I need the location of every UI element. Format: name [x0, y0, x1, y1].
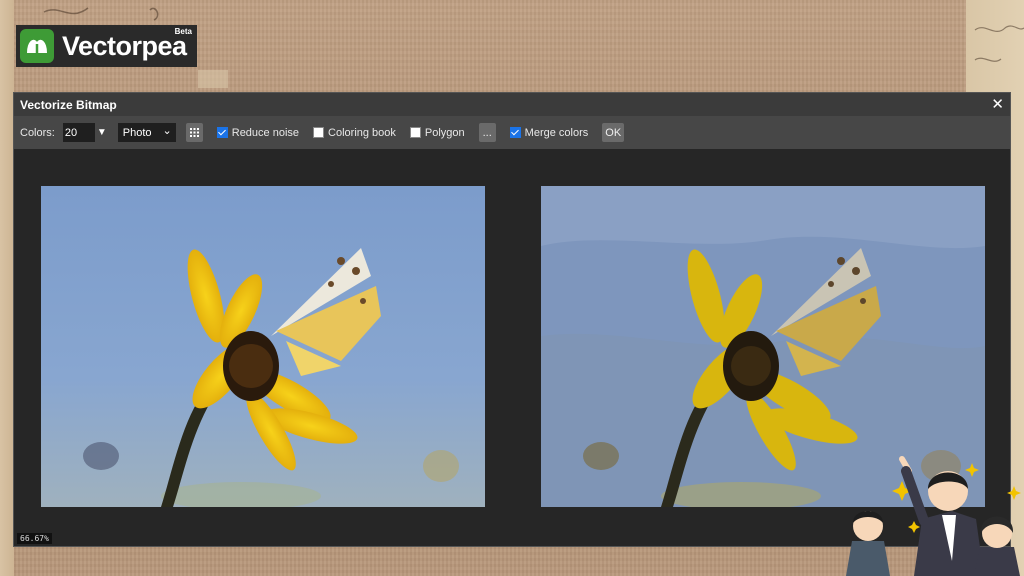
dialog-toolbar: Colors: ▼ Photo ⌄ Reduce noise Coloring …: [14, 116, 1010, 149]
merge-colors-label: Merge colors: [524, 126, 589, 139]
zoom-level: 66.67%: [17, 533, 52, 544]
dialog-titlebar[interactable]: Vectorize Bitmap ✕: [14, 93, 1010, 116]
close-icon[interactable]: ✕: [991, 97, 1004, 112]
colors-dropdown-icon[interactable]: ▼: [97, 127, 107, 138]
checkbox-icon: [409, 127, 421, 138]
original-image: [41, 186, 485, 507]
colors-label: Colors:: [20, 126, 55, 139]
beta-badge: Beta: [174, 27, 192, 36]
palette-grid-button[interactable]: [185, 123, 203, 142]
chevron-down-icon: ⌄: [162, 125, 172, 137]
merge-colors-checkbox[interactable]: Merge colors: [509, 126, 589, 139]
more-options-button[interactable]: ...: [478, 123, 496, 142]
ok-button[interactable]: OK: [602, 123, 625, 142]
reduce-noise-label: Reduce noise: [231, 126, 300, 139]
checkbox-icon: [216, 127, 228, 138]
coloring-book-checkbox[interactable]: Coloring book: [313, 127, 396, 139]
grid-icon: [189, 128, 199, 137]
dialog-title: Vectorize Bitmap: [20, 97, 117, 112]
polygon-label: Polygon: [424, 126, 465, 139]
logo-icon: [20, 29, 54, 63]
mode-select[interactable]: Photo ⌄: [117, 123, 176, 142]
checkbox-icon: [509, 127, 521, 138]
mode-select-value: Photo: [122, 126, 152, 139]
checkbox-icon: [313, 127, 325, 138]
cartoon-people-illustration: [846, 456, 1021, 576]
reduce-noise-checkbox[interactable]: Reduce noise: [216, 126, 300, 139]
vectorpea-logo[interactable]: Vectorpea Beta: [16, 25, 197, 67]
brand-name: Vectorpea: [62, 30, 187, 61]
polygon-checkbox[interactable]: Polygon: [409, 126, 465, 139]
colors-input[interactable]: [62, 123, 95, 142]
coloring-book-label: Coloring book: [328, 126, 396, 139]
